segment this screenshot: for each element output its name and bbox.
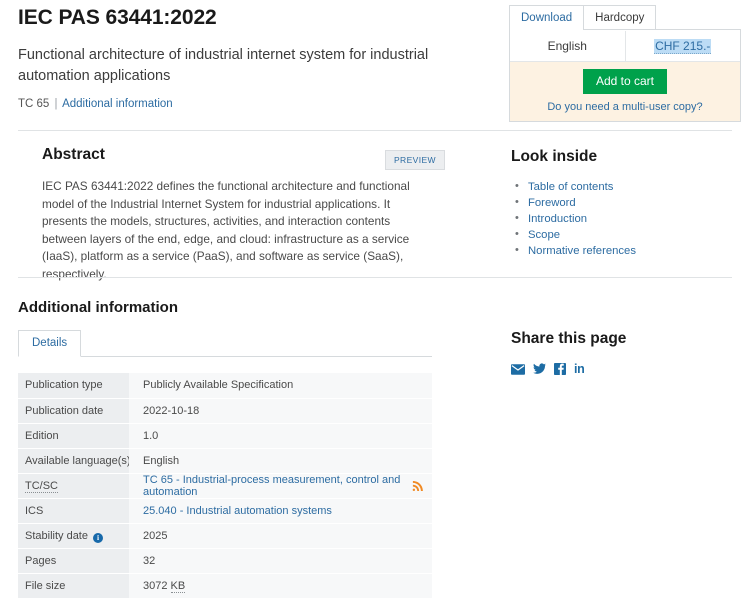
row-value: 2025: [129, 523, 432, 548]
divider-top: [18, 130, 732, 131]
list-item[interactable]: Table of contents: [511, 179, 736, 195]
row-value: 25.040 - Industrial automation systems: [129, 498, 432, 523]
cart-area: Add to cart Do you need a multi-user cop…: [510, 62, 740, 121]
table-row: Publication type Publicly Available Spec…: [18, 373, 432, 398]
kb-abbr: KB: [171, 580, 186, 593]
price-cell: CHF 215.-: [626, 31, 741, 61]
details-table: Publication type Publicly Available Spec…: [18, 373, 432, 599]
price-value: CHF 215.-: [654, 39, 711, 54]
meta-separator: |: [53, 98, 60, 110]
table-row: ICS 25.040 - Industrial automation syste…: [18, 498, 432, 523]
info-icon[interactable]: i: [93, 533, 103, 543]
share-icon-list: in: [511, 362, 731, 376]
row-key: Edition: [18, 423, 129, 448]
row-key: File size: [18, 573, 129, 598]
list-item[interactable]: Introduction: [511, 211, 736, 227]
price-row: English CHF 215.-: [510, 30, 740, 62]
purchase-tabs: Download Hardcopy: [509, 4, 741, 29]
share-section: Share this page in: [511, 330, 731, 376]
twitter-icon[interactable]: [533, 363, 546, 375]
language-cell: English: [510, 31, 626, 61]
row-key-label: Stability date: [25, 530, 88, 542]
share-heading: Share this page: [511, 330, 731, 348]
look-inside-list: Table of contents Foreword Introduction …: [511, 179, 736, 259]
details-table-body: Publication type Publicly Available Spec…: [18, 373, 432, 598]
tab-hardcopy[interactable]: Hardcopy: [583, 5, 656, 30]
ics-link[interactable]: 25.040 - Industrial automation systems: [143, 505, 332, 517]
row-key: Available language(s): [18, 448, 129, 473]
rss-icon[interactable]: [412, 480, 424, 492]
look-inside-link-toc[interactable]: Table of contents: [528, 181, 613, 193]
row-key: Publication type: [18, 373, 129, 398]
product-page: IEC PAS 63441:2022 Functional architectu…: [0, 0, 750, 601]
committee-label: TC 65: [18, 98, 49, 110]
tab-download[interactable]: Download: [509, 5, 584, 30]
add-to-cart-button[interactable]: Add to cart: [583, 69, 667, 94]
table-row: Edition 1.0: [18, 423, 432, 448]
linkedin-icon[interactable]: in: [574, 362, 585, 376]
file-size-value: 3072: [143, 580, 171, 592]
purchase-panel-body: English CHF 215.- Add to cart Do you nee…: [509, 29, 741, 122]
row-key: Stability date i: [18, 523, 129, 548]
list-item[interactable]: Foreword: [511, 195, 736, 211]
facebook-icon[interactable]: [554, 363, 566, 375]
list-item[interactable]: Scope: [511, 227, 736, 243]
email-icon[interactable]: [511, 364, 525, 375]
preview-button[interactable]: PREVIEW: [385, 150, 445, 170]
document-subtitle: Functional architecture of industrial in…: [18, 45, 438, 87]
additional-information-heading: Additional information: [18, 299, 178, 316]
row-value: Publicly Available Specification: [129, 373, 432, 398]
row-value: TC 65 - Industrial-process measurement, …: [129, 473, 432, 498]
abstract-heading: Abstract: [42, 146, 105, 164]
row-value: English: [129, 448, 432, 473]
abstract-text: IEC PAS 63441:2022 defines the functiona…: [42, 178, 430, 283]
additional-information-link[interactable]: Additional information: [62, 98, 173, 110]
look-inside-section: Look inside Table of contents Foreword I…: [511, 148, 736, 259]
document-meta: TC 65 | Additional information: [18, 98, 173, 110]
row-key: TC/SC: [18, 473, 129, 498]
look-inside-link-normative-references[interactable]: Normative references: [528, 245, 636, 257]
divider-middle: [18, 277, 732, 278]
row-value: 2022-10-18: [129, 398, 432, 423]
list-item[interactable]: Normative references: [511, 243, 736, 259]
look-inside-link-foreword[interactable]: Foreword: [528, 197, 576, 209]
row-key: Publication date: [18, 398, 129, 423]
table-row: TC/SC TC 65 - Industrial-process measure…: [18, 473, 432, 498]
row-key: ICS: [18, 498, 129, 523]
table-row: Available language(s) English: [18, 448, 432, 473]
tcsc-link[interactable]: TC 65 - Industrial-process measurement, …: [143, 474, 400, 498]
table-row: Stability date i 2025: [18, 523, 432, 548]
table-row: Publication date 2022-10-18: [18, 398, 432, 423]
multi-user-copy-link-wrap: Do you need a multi-user copy?: [510, 101, 740, 113]
row-value: 3072 KB: [129, 573, 432, 598]
look-inside-heading: Look inside: [511, 148, 736, 166]
tab-details[interactable]: Details: [18, 330, 81, 357]
look-inside-link-introduction[interactable]: Introduction: [528, 213, 587, 225]
abstract-section: Abstract PREVIEW IEC PAS 63441:2022 defi…: [42, 146, 442, 283]
table-row: File size 3072 KB: [18, 573, 432, 598]
tcsc-abbr: TC/SC: [25, 480, 58, 493]
details-tab-bar: Details: [18, 330, 432, 357]
multi-user-copy-link[interactable]: Do you need a multi-user copy?: [547, 101, 702, 113]
page-title: IEC PAS 63441:2022: [18, 6, 217, 30]
row-value: 1.0: [129, 423, 432, 448]
purchase-panel: Download Hardcopy English CHF 215.- Add …: [509, 4, 741, 122]
look-inside-link-scope[interactable]: Scope: [528, 229, 560, 241]
table-row: Pages 32: [18, 548, 432, 573]
row-value: 32: [129, 548, 432, 573]
row-key: Pages: [18, 548, 129, 573]
